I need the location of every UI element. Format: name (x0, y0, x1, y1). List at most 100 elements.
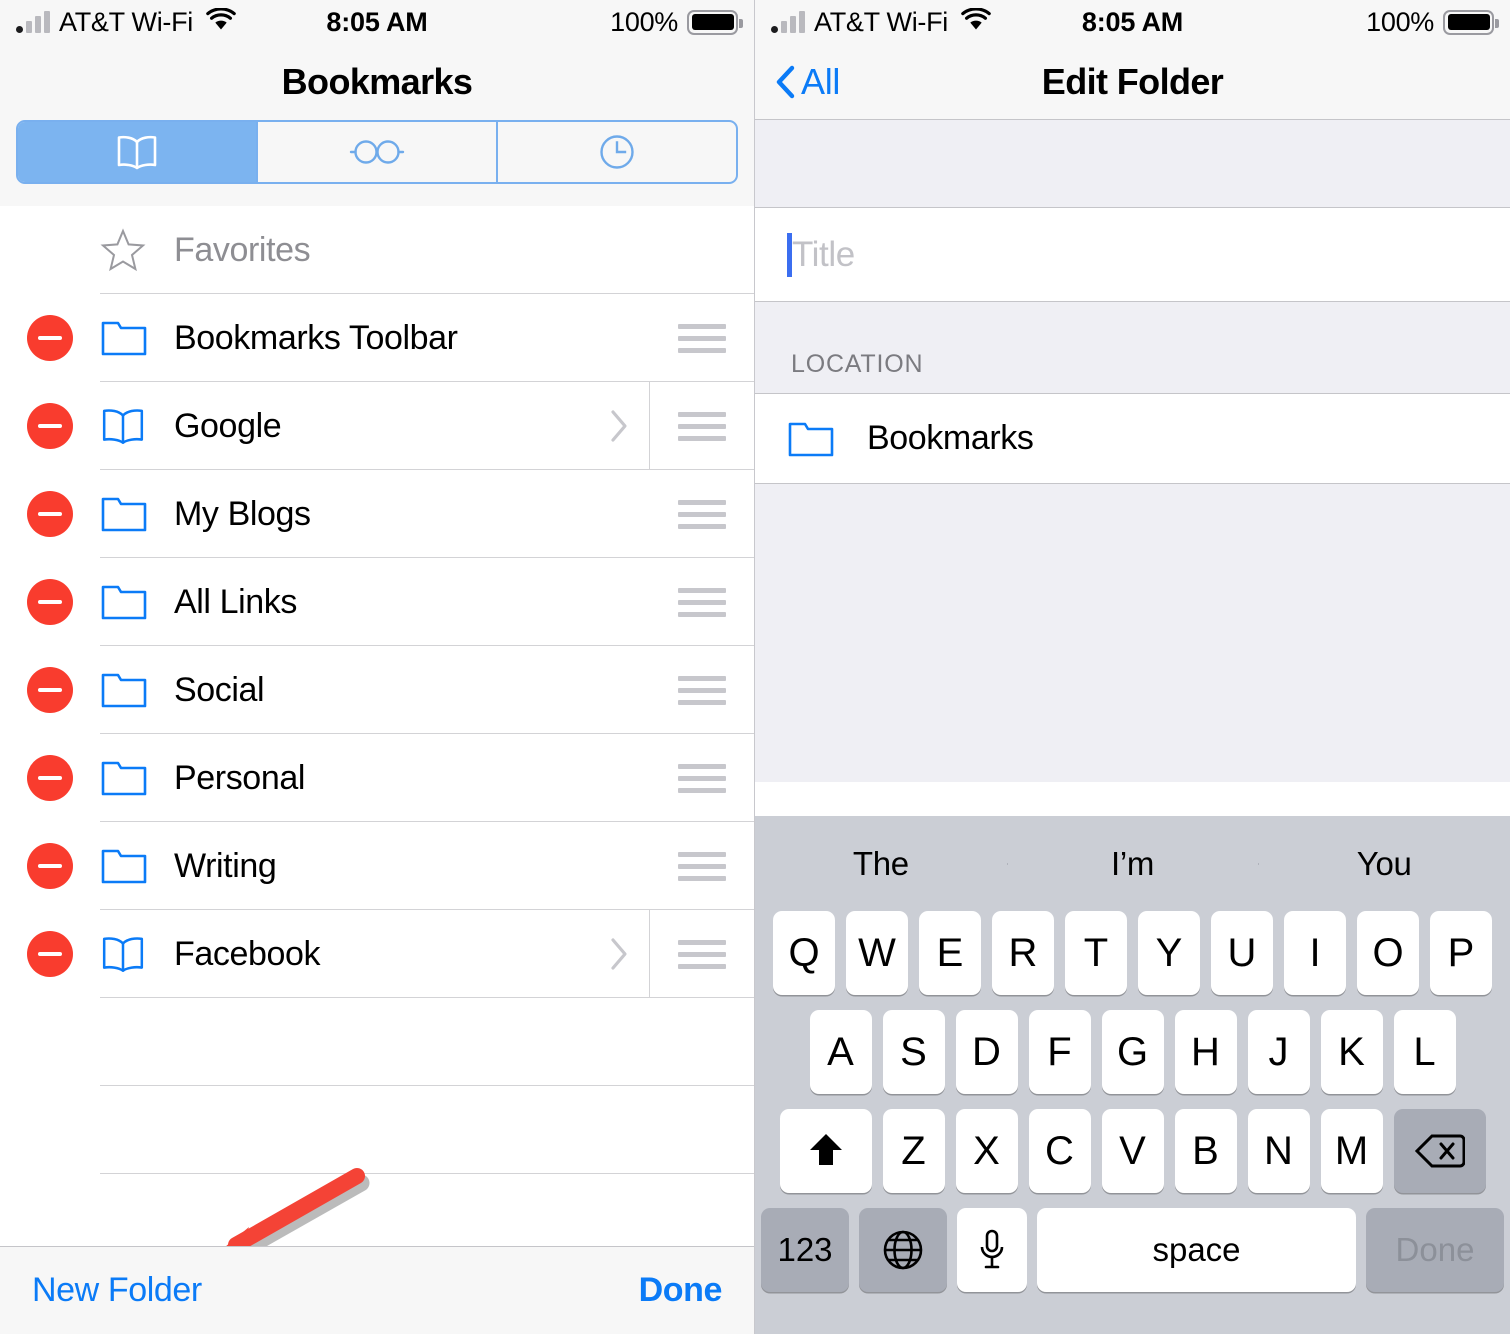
chevron-left-icon (776, 65, 795, 98)
predictive-text-bar: The I’m You (755, 816, 1510, 911)
backspace-key[interactable] (1393, 1109, 1486, 1193)
shift-key[interactable] (779, 1109, 872, 1193)
key-g[interactable]: G (1101, 1010, 1164, 1094)
key-b[interactable]: B (1174, 1109, 1237, 1193)
status-bar-left: AT&T Wi-Fi 8:05 AM 100% (0, 0, 754, 44)
list-item[interactable]: Bookmarks Toolbar (0, 294, 754, 382)
key-y[interactable]: Y (1138, 911, 1200, 995)
reorder-handle[interactable] (649, 294, 754, 382)
key-l[interactable]: L (1393, 1010, 1456, 1094)
key-p[interactable]: P (1430, 911, 1492, 995)
carrier-label: AT&T Wi-Fi (814, 6, 948, 37)
key-t[interactable]: T (1065, 911, 1127, 995)
reorder-handle[interactable] (649, 734, 754, 822)
list-item[interactable]: Social (0, 646, 754, 734)
reorder-handle[interactable] (649, 558, 754, 646)
minus-circle-icon (27, 403, 73, 449)
key-j[interactable]: J (1247, 1010, 1310, 1094)
page-title: Edit Folder (1041, 60, 1224, 102)
list-item[interactable]: My Blogs (0, 470, 754, 558)
delete-button[interactable] (0, 843, 100, 889)
book-icon (100, 407, 174, 445)
back-button[interactable]: All (755, 61, 840, 103)
prediction-2[interactable]: I’m (1006, 845, 1259, 883)
location-row[interactable]: Bookmarks (755, 394, 1510, 484)
title-field[interactable]: Title (755, 208, 1510, 302)
wifi-icon (206, 6, 236, 38)
delete-button[interactable] (0, 755, 100, 801)
delete-button[interactable] (0, 579, 100, 625)
minus-circle-icon (27, 843, 73, 889)
key-i[interactable]: I (1284, 911, 1346, 995)
history-tab[interactable] (498, 122, 736, 182)
status-left-group: AT&T Wi-Fi (771, 7, 991, 38)
key-s[interactable]: S (882, 1010, 945, 1094)
delete-button[interactable] (0, 931, 100, 977)
list-item[interactable]: Writing (0, 822, 754, 910)
clock-icon (600, 135, 634, 169)
list-item[interactable]: Favorites (0, 206, 754, 294)
reading-glasses-icon (349, 140, 405, 164)
empty-list-row (0, 1086, 754, 1174)
key-r[interactable]: R (992, 911, 1054, 995)
list-item[interactable]: Personal (0, 734, 754, 822)
reading-list-tab[interactable] (258, 122, 498, 182)
key-c[interactable]: C (1028, 1109, 1091, 1193)
book-icon (100, 935, 174, 973)
key-n[interactable]: N (1247, 1109, 1310, 1193)
prediction-1[interactable]: The (755, 845, 1007, 883)
globe-language-key[interactable] (859, 1208, 947, 1292)
minus-circle-icon (27, 755, 73, 801)
microphone-icon (980, 1229, 1004, 1269)
folder-icon (100, 846, 174, 886)
keyboard-row-2: A S D F G H J K L (755, 1010, 1510, 1094)
folder-icon (100, 758, 174, 798)
carrier-label: AT&T Wi-Fi (59, 6, 193, 37)
list-item[interactable]: Facebook (0, 910, 754, 998)
key-v[interactable]: V (1101, 1109, 1164, 1193)
delete-button[interactable] (0, 315, 100, 361)
segmented-control-wrap (0, 120, 754, 206)
list-item[interactable]: All Links (0, 558, 754, 646)
key-m[interactable]: M (1320, 1109, 1383, 1193)
key-d[interactable]: D (955, 1010, 1018, 1094)
key-w[interactable]: W (846, 911, 908, 995)
microphone-key[interactable] (957, 1208, 1027, 1292)
minus-circle-icon (27, 579, 73, 625)
done-button[interactable]: Done (639, 1271, 723, 1310)
reorder-handle[interactable] (649, 910, 754, 998)
onscreen-keyboard: The I’m You Q W E R T Y U I O P A S D F (755, 816, 1510, 1334)
delete-button[interactable] (0, 403, 100, 449)
book-icon (117, 135, 157, 170)
backspace-delete-icon (1414, 1134, 1465, 1168)
empty-list-row (0, 998, 754, 1086)
bookmarks-tab[interactable] (18, 122, 258, 182)
key-q[interactable]: Q (773, 911, 835, 995)
reorder-handle[interactable] (649, 646, 754, 734)
key-e[interactable]: E (919, 911, 981, 995)
folder-icon (100, 670, 174, 710)
reorder-handle[interactable] (649, 470, 754, 558)
reorder-handle[interactable] (649, 382, 754, 470)
return-done-key[interactable]: Done (1366, 1208, 1504, 1292)
list-item[interactable]: Google (0, 382, 754, 470)
segmented-control[interactable] (16, 120, 738, 184)
new-folder-button[interactable]: New Folder (32, 1271, 202, 1310)
delete-button[interactable] (0, 667, 100, 713)
key-o[interactable]: O (1357, 911, 1419, 995)
numbers-key[interactable]: 123 (761, 1208, 849, 1292)
edit-folder-screen: AT&T Wi-Fi 8:05 AM 100% All Edit Folder … (755, 0, 1510, 1334)
key-f[interactable]: F (1028, 1010, 1091, 1094)
key-h[interactable]: H (1174, 1010, 1237, 1094)
key-k[interactable]: K (1320, 1010, 1383, 1094)
prediction-3[interactable]: You (1258, 845, 1510, 883)
nav-bar-edit-folder: All Edit Folder (755, 44, 1510, 120)
delete-button[interactable] (0, 491, 100, 537)
key-u[interactable]: U (1211, 911, 1273, 995)
reorder-handle[interactable] (649, 822, 754, 910)
space-key[interactable]: space (1037, 1208, 1356, 1292)
list-item-label: Favorites (174, 230, 311, 269)
key-x[interactable]: X (955, 1109, 1018, 1193)
key-a[interactable]: A (809, 1010, 872, 1094)
key-z[interactable]: Z (882, 1109, 945, 1193)
